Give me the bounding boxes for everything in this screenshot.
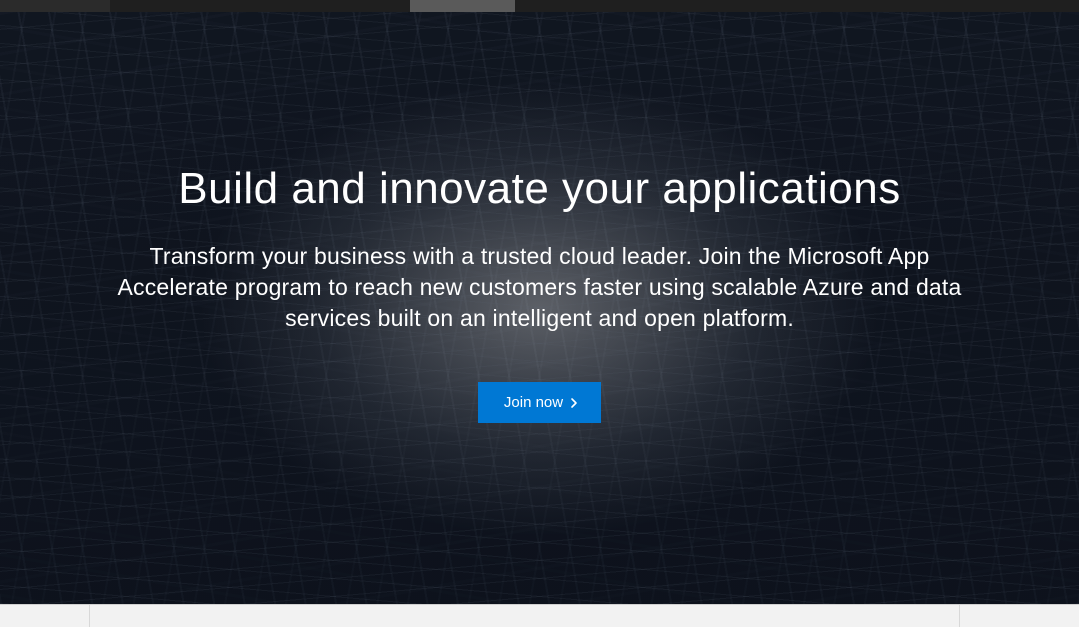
- bottom-segment: [960, 605, 1079, 627]
- join-now-button[interactable]: Join now: [478, 382, 601, 423]
- chevron-right-icon: [569, 397, 579, 409]
- top-segment: [110, 0, 410, 12]
- top-segment-active: [410, 0, 515, 12]
- hero-subtitle: Transform your business with a trusted c…: [100, 241, 980, 334]
- top-segment: [0, 0, 110, 12]
- bottom-status-bar: [0, 604, 1079, 627]
- hero-section: Build and innovate your applications Tra…: [0, 12, 1079, 604]
- top-nav-bar: [0, 0, 1079, 12]
- bottom-segment: [90, 605, 960, 627]
- bottom-segment: [0, 605, 90, 627]
- hero-content: Build and innovate your applications Tra…: [100, 163, 980, 424]
- cta-label: Join now: [504, 394, 563, 411]
- hero-title: Build and innovate your applications: [100, 163, 980, 216]
- top-segment: [515, 0, 1079, 12]
